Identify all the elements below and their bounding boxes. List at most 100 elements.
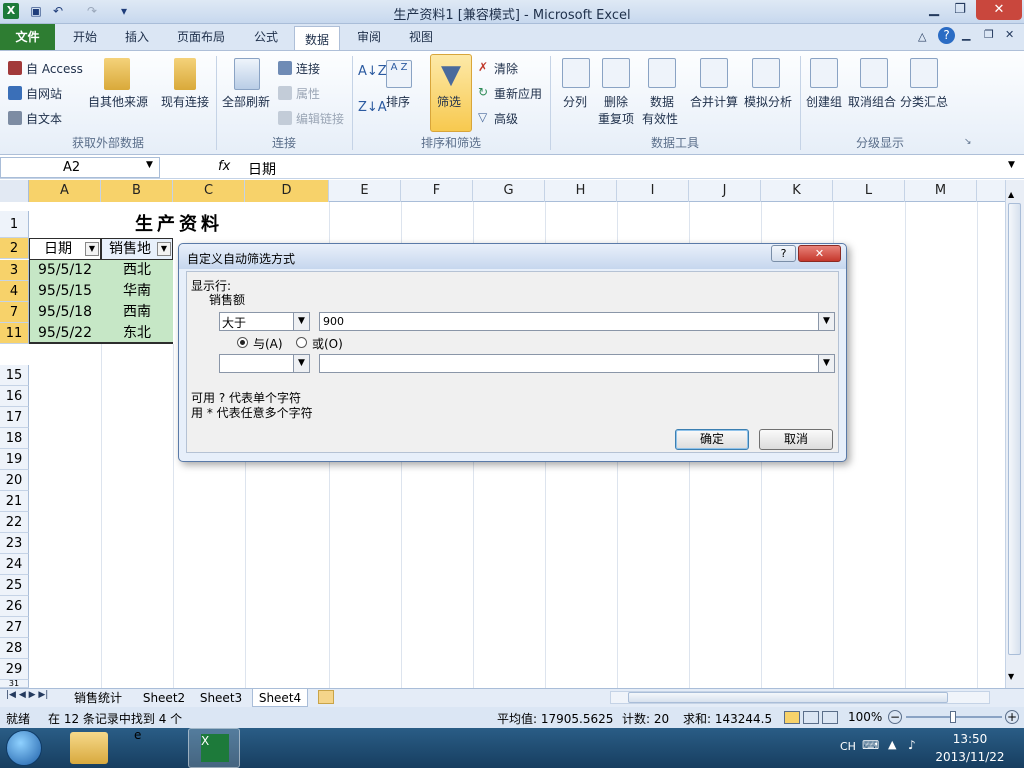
tab-review[interactable]: 审阅: [346, 24, 392, 50]
ribbon-collapse-icon[interactable]: △: [918, 30, 926, 43]
reapply-button[interactable]: 重新应用: [494, 85, 542, 102]
and-radio[interactable]: [237, 337, 248, 348]
criteria-value-2[interactable]: ▼: [319, 354, 835, 373]
filter-dropdown-icon[interactable]: ▼: [157, 242, 171, 256]
cell-region[interactable]: 华南: [101, 281, 173, 302]
vertical-scroll-thumb[interactable]: [1008, 203, 1021, 655]
zoom-out-icon[interactable]: −: [888, 710, 902, 724]
minimize-icon[interactable]: ▁: [922, 0, 946, 20]
normal-view-icon[interactable]: [784, 711, 800, 724]
scroll-down-icon[interactable]: ▼: [1008, 672, 1014, 681]
page-break-view-icon[interactable]: [822, 711, 838, 724]
close-window-button[interactable]: ✕: [976, 0, 1022, 20]
start-button[interactable]: [6, 730, 42, 766]
sort-za-icon[interactable]: Z↓A: [358, 100, 387, 115]
what-if-button[interactable]: 模拟分析: [744, 93, 792, 110]
row-header[interactable]: 2: [0, 238, 29, 259]
col-header-b[interactable]: B: [101, 180, 173, 202]
zoom-in-icon[interactable]: +: [1005, 710, 1019, 724]
from-access-button[interactable]: 自 Access: [26, 60, 83, 77]
chevron-down-icon[interactable]: ▼: [293, 355, 309, 372]
row-header[interactable]: 21: [0, 491, 29, 512]
sheet-title[interactable]: 生产资料: [29, 211, 329, 238]
tab-view[interactable]: 视图: [398, 24, 444, 50]
remove-duplicates-button[interactable]: 删除: [604, 93, 628, 110]
or-radio[interactable]: [296, 337, 307, 348]
expand-formula-icon[interactable]: ▼: [1008, 160, 1015, 170]
row-header[interactable]: 19: [0, 449, 29, 470]
ie-taskbar-icon[interactable]: e: [134, 728, 170, 764]
row-header[interactable]: 4: [0, 281, 29, 302]
row-header[interactable]: 18: [0, 428, 29, 449]
subtotal-button[interactable]: 分类汇总: [900, 93, 948, 110]
chevron-down-icon[interactable]: ▼: [293, 313, 309, 330]
name-box[interactable]: A2: [0, 157, 160, 178]
col-header-l[interactable]: L: [833, 180, 905, 202]
row-header[interactable]: 27: [0, 617, 29, 638]
col-header-e[interactable]: E: [329, 180, 401, 202]
insert-sheet-icon[interactable]: [318, 690, 334, 704]
tab-page-layout[interactable]: 页面布局: [168, 24, 234, 50]
row-header[interactable]: 17: [0, 407, 29, 428]
sheet-tab[interactable]: 销售统计: [63, 689, 133, 707]
row-header[interactable]: 22: [0, 512, 29, 533]
scroll-up-icon[interactable]: ▲: [1008, 190, 1014, 199]
sheet-nav-icons[interactable]: |◀ ◀ ▶ ▶|: [6, 690, 48, 700]
operator-select-2[interactable]: ▼: [219, 354, 310, 373]
row-header[interactable]: 29: [0, 659, 29, 680]
cell-region[interactable]: 东北: [101, 323, 173, 344]
ungroup-button[interactable]: 取消组合: [848, 93, 896, 110]
cell-date[interactable]: 95/5/18: [29, 302, 101, 323]
keyboard-icon[interactable]: ⌨: [862, 738, 879, 752]
page-layout-view-icon[interactable]: [803, 711, 819, 724]
speaker-icon[interactable]: ♪: [908, 738, 916, 752]
edit-links-button[interactable]: 编辑链接: [296, 110, 344, 127]
filter-button[interactable]: 筛选: [437, 93, 461, 110]
tab-home[interactable]: 开始: [62, 24, 108, 50]
zoom-level[interactable]: 100%: [848, 710, 882, 724]
cell-date[interactable]: 95/5/12: [29, 260, 101, 281]
tray-expand-icon[interactable]: ▲: [888, 738, 896, 751]
col-header-d[interactable]: D: [245, 180, 329, 202]
row-header[interactable]: 20: [0, 470, 29, 491]
dialog-close-button[interactable]: ✕: [798, 245, 841, 262]
col-header-f[interactable]: F: [401, 180, 473, 202]
and-label[interactable]: 与(A): [253, 335, 283, 352]
sheet-tab-active[interactable]: Sheet4: [252, 689, 308, 707]
language-indicator[interactable]: CH: [840, 740, 856, 753]
refresh-all-button[interactable]: 全部刷新: [222, 93, 270, 110]
cancel-button[interactable]: 取消: [759, 429, 833, 450]
name-box-dropdown-icon[interactable]: ▼: [146, 160, 153, 170]
ok-button[interactable]: 确定: [675, 429, 749, 450]
row-header[interactable]: 28: [0, 638, 29, 659]
filter-dropdown-icon[interactable]: ▼: [85, 242, 99, 256]
row-header[interactable]: 26: [0, 596, 29, 617]
col-header-j[interactable]: J: [689, 180, 761, 202]
formula-content[interactable]: 日期: [248, 159, 276, 179]
chevron-down-icon[interactable]: ▼: [818, 355, 834, 372]
cell-region[interactable]: 西南: [101, 302, 173, 323]
row-header[interactable]: 16: [0, 386, 29, 407]
group-button[interactable]: 创建组: [806, 93, 842, 110]
row-header[interactable]: 1: [0, 211, 29, 238]
doc-minimize-icon[interactable]: ▁: [962, 28, 970, 41]
row-header[interactable]: 31: [0, 680, 29, 688]
explorer-taskbar-icon[interactable]: [70, 732, 108, 764]
data-validation-button[interactable]: 数据: [650, 93, 674, 110]
from-text-button[interactable]: 自文本: [26, 110, 62, 127]
zoom-slider-thumb[interactable]: [950, 711, 956, 723]
restore-icon[interactable]: ❐: [948, 0, 972, 20]
excel-taskbar-button[interactable]: X: [188, 728, 240, 768]
insert-function-button[interactable]: fx: [218, 159, 230, 174]
col-header-g[interactable]: G: [473, 180, 545, 202]
row-header[interactable]: 23: [0, 533, 29, 554]
doc-close-icon[interactable]: ✕: [1005, 28, 1014, 41]
col-header-h[interactable]: H: [545, 180, 617, 202]
existing-connections-button[interactable]: 现有连接: [161, 93, 209, 110]
horizontal-scroll-thumb[interactable]: [628, 692, 948, 703]
row-header[interactable]: 24: [0, 554, 29, 575]
sort-az-icon[interactable]: A↓Z: [358, 64, 387, 79]
row-header[interactable]: 15: [0, 365, 29, 386]
dialog-help-button[interactable]: ?: [771, 245, 796, 262]
advanced-button[interactable]: 高级: [494, 110, 518, 127]
